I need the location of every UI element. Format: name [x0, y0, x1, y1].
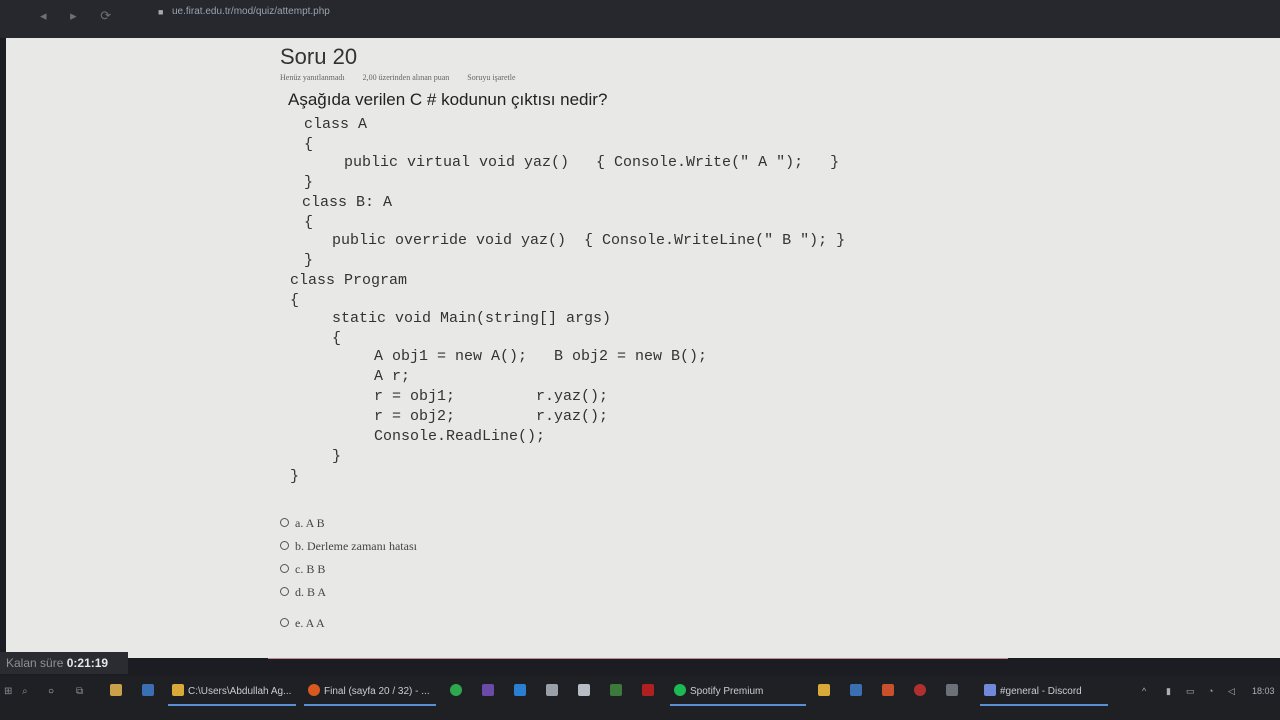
option-e[interactable]: e. A A — [280, 616, 325, 631]
clock[interactable]: 18:03 — [1252, 686, 1275, 696]
tray-battery-icon[interactable]: ▭ — [1186, 686, 1195, 697]
spotify-icon[interactable] — [674, 684, 686, 696]
divider — [268, 658, 1008, 659]
active-indicator — [304, 704, 436, 706]
tray-chevron-icon[interactable]: ^ — [1142, 686, 1146, 696]
code-line: A obj1 = new A(); B obj2 = new B(); — [374, 348, 708, 365]
option-b[interactable]: b. Derleme zamanı hatası — [280, 539, 417, 554]
code-line: } — [290, 468, 300, 485]
app-icon[interactable] — [818, 684, 830, 696]
code-line: static void Main(string[] args) — [332, 310, 612, 327]
github-icon[interactable] — [578, 684, 590, 696]
store-icon[interactable] — [110, 684, 122, 696]
app-icon[interactable] — [946, 684, 958, 696]
app-icon[interactable] — [914, 684, 926, 696]
tray-volume-icon[interactable]: ◁ — [1228, 686, 1235, 697]
active-indicator — [670, 704, 806, 706]
option-d[interactable]: d. B A — [280, 585, 326, 600]
app-icon[interactable] — [642, 684, 654, 696]
points-text: 2,00 üzerinden alınan puan — [362, 73, 450, 82]
discord-icon[interactable] — [984, 684, 996, 696]
code-line: class A — [304, 116, 368, 133]
option-label: d. B A — [295, 585, 327, 599]
time-remaining: Kalan süre 0:21:19 — [0, 652, 128, 674]
option-label: c. B B — [295, 562, 326, 576]
whatsapp-icon[interactable] — [450, 684, 462, 696]
mail-icon[interactable] — [142, 684, 154, 696]
app-icon[interactable] — [882, 684, 894, 696]
question-text: Aşağıda verilen C # kodunun çıktısı nedi… — [288, 90, 608, 109]
option-c[interactable]: c. B B — [280, 562, 325, 577]
option-label: b. Derleme zamanı hatası — [295, 539, 417, 553]
code-line: Console.ReadLine(); — [374, 428, 546, 445]
option-a[interactable]: a. A B — [280, 516, 325, 531]
flag-question-link[interactable]: Soruyu işaretle — [467, 73, 515, 82]
radio-button[interactable] — [280, 586, 289, 596]
code-line: { — [332, 330, 342, 347]
taskbar: ⊞ ⌕ ○ ⧉ C:\Users\Abdullah Ag... Final (s… — [0, 676, 1280, 720]
browser-toolbar: ◂ ▸ ⟳ ■ ue.firat.edu.tr/mod/quiz/attempt… — [0, 0, 1280, 38]
radio-button[interactable] — [280, 617, 289, 627]
task-view-icon[interactable]: ⧉ — [76, 686, 83, 697]
taskbar-discord[interactable]: #general - Discord — [1000, 686, 1082, 697]
code-line: class B: A — [302, 194, 393, 211]
question-title: Soru 20 — [280, 44, 358, 69]
code-line: public virtual void yaz() { Console.Writ… — [344, 154, 840, 171]
code-line: { — [290, 292, 300, 309]
taskbar-explorer[interactable]: C:\Users\Abdullah Ag... — [188, 686, 291, 697]
question-panel: Soru 20 Henüz yanıtlanmadı 2,00 üzerinde… — [280, 38, 1030, 658]
radio-button[interactable] — [280, 517, 289, 527]
visual-studio-icon[interactable] — [482, 684, 494, 696]
app-icon[interactable] — [850, 684, 862, 696]
quiz-page: Soru 20 Henüz yanıtlanmadı 2,00 üzerinde… — [6, 38, 1280, 659]
firefox-icon[interactable] — [308, 684, 320, 696]
nav-icons[interactable]: ◂ ▸ ⟳ — [40, 8, 121, 24]
code-line: { — [304, 214, 314, 231]
app-icon[interactable] — [610, 684, 622, 696]
code-line: { — [304, 136, 314, 153]
code-line: A r; — [374, 368, 411, 385]
answer-status: Henüz yanıtlanmadı — [280, 73, 345, 82]
tray-wifi-icon[interactable]: ◔ — [1208, 686, 1213, 696]
code-line: public override void yaz() { Console.Wri… — [332, 232, 846, 249]
option-label: e. A A — [295, 616, 325, 630]
app-icon[interactable] — [546, 684, 558, 696]
timer-label: Kalan süre — [6, 656, 64, 670]
cortana-icon[interactable]: ○ — [48, 686, 54, 697]
question-meta: Henüz yanıtlanmadı 2,00 üzerinden alınan… — [280, 73, 532, 82]
code-line: class Program — [290, 272, 408, 289]
search-icon[interactable]: ⌕ — [22, 686, 28, 697]
address-bar[interactable]: ue.firat.edu.tr/mod/quiz/attempt.php — [172, 6, 330, 17]
lock-icon: ■ — [158, 7, 164, 17]
radio-button[interactable] — [280, 540, 289, 550]
active-indicator — [168, 704, 296, 706]
taskbar-firefox[interactable]: Final (sayfa 20 / 32) - ... — [324, 686, 430, 697]
active-indicator — [980, 704, 1108, 706]
code-line: } — [304, 174, 314, 191]
code-line: r = obj2; r.yaz(); — [374, 408, 609, 425]
folder-icon[interactable] — [172, 684, 184, 696]
code-line: } — [332, 448, 342, 465]
radio-button[interactable] — [280, 563, 289, 573]
tray-microphone-icon[interactable]: ▮ — [1166, 686, 1171, 697]
start-icon[interactable]: ⊞ — [4, 686, 12, 697]
timer-value: 0:21:19 — [66, 656, 109, 670]
option-label: a. A B — [295, 516, 325, 530]
vscode-icon[interactable] — [514, 684, 526, 696]
code-line: r = obj1; r.yaz(); — [374, 388, 609, 405]
taskbar-spotify[interactable]: Spotify Premium — [690, 686, 763, 697]
code-line: } — [304, 252, 314, 269]
